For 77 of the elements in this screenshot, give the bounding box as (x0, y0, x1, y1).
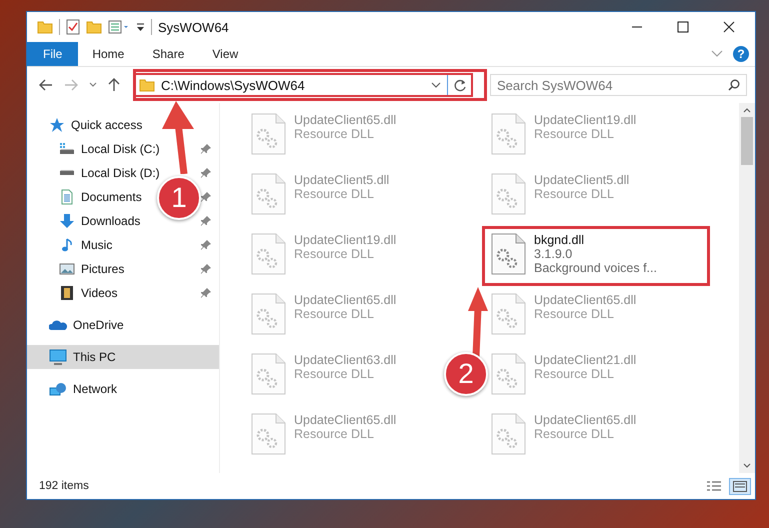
file-name[interactable]: bkgnd.dll (534, 233, 657, 247)
nav-item[interactable]: Network (27, 377, 219, 401)
scrollbar[interactable] (739, 103, 755, 473)
drive-icon (59, 143, 75, 155)
scroll-thumb[interactable] (741, 117, 753, 165)
close-icon[interactable] (723, 21, 735, 33)
file-detail: 3.1.9.0 (534, 247, 574, 261)
nav-item[interactable]: Pictures (59, 257, 124, 281)
properties-icon[interactable] (108, 20, 130, 34)
nav-item[interactable]: Downloads (59, 209, 140, 233)
up-arrow-icon[interactable] (108, 78, 120, 92)
file-detail: Resource DLL (294, 247, 375, 261)
ribbon-tab[interactable]: Share (138, 42, 198, 66)
tiles-view-button[interactable] (729, 478, 751, 494)
checklist-icon[interactable] (66, 19, 80, 35)
maximize-icon[interactable] (677, 21, 689, 33)
pin-icon[interactable] (201, 168, 211, 178)
forward-arrow-icon[interactable] (64, 79, 78, 91)
pin-icon[interactable] (201, 264, 211, 274)
refresh-icon[interactable] (454, 78, 467, 92)
address-field[interactable]: C:\Windows\SysWOW64 (133, 73, 473, 97)
document-icon (59, 189, 75, 205)
file-detail: Resource DLL (294, 307, 375, 321)
star-icon (49, 117, 65, 133)
file-detail: Resource DLL (294, 427, 375, 441)
nav-item[interactable]: Videos (59, 281, 118, 305)
file-detail: Resource DLL (534, 127, 615, 141)
nav-item[interactable]: Quick access (27, 113, 219, 137)
file-detail: Resource DLL (534, 307, 615, 321)
folder-icon[interactable] (37, 20, 53, 34)
dropdown-caret-icon[interactable] (89, 82, 97, 88)
file-detail: Background voices f... (534, 261, 657, 275)
tiles-icon (733, 480, 747, 492)
film-icon (59, 285, 75, 301)
nav-item[interactable]: Local Disk (C:) (59, 137, 160, 161)
nav-item[interactable]: Music (59, 233, 112, 257)
pin-icon[interactable] (201, 144, 211, 154)
pin-icon[interactable] (201, 192, 211, 202)
cloud-icon (49, 319, 67, 331)
monitor-icon (49, 349, 67, 365)
chevron-icon[interactable] (711, 50, 723, 58)
gear-file-icon[interactable] (490, 233, 526, 275)
nav-item[interactable]: Local Disk (D:) (59, 161, 160, 185)
ribbon-tab[interactable]: File (27, 42, 78, 66)
file-detail: Resource DLL (294, 367, 375, 381)
scroll-down-icon[interactable] (743, 463, 751, 469)
nav-item[interactable]: This PC (27, 345, 219, 369)
caret-icon[interactable] (136, 22, 145, 32)
help-button[interactable]: ? (733, 46, 749, 62)
pin-icon[interactable] (201, 216, 211, 226)
file-detail: Resource DLL (534, 187, 615, 201)
nav-item[interactable]: Documents (59, 185, 142, 209)
back-arrow-icon[interactable] (39, 79, 53, 91)
dropdown-caret-icon[interactable] (431, 82, 441, 88)
arrow (467, 287, 489, 357)
file-detail: Resource DLL (294, 127, 375, 141)
picture-icon (59, 263, 75, 275)
drive-icon (59, 170, 75, 176)
search-icon[interactable] (728, 79, 740, 91)
music-note-icon (59, 237, 75, 253)
down-arrow-icon (59, 213, 75, 229)
network-icon (49, 382, 67, 396)
ribbon-tab[interactable]: View (198, 42, 252, 66)
item-count: 192 items (39, 480, 89, 492)
nav-item[interactable]: OneDrive (27, 313, 219, 337)
file-detail: Resource DLL (534, 427, 615, 441)
pin-icon[interactable] (201, 240, 211, 250)
pin-icon[interactable] (201, 288, 211, 298)
folder-icon[interactable] (86, 20, 102, 34)
search-field[interactable]: Search SysWOW64 (490, 74, 747, 96)
ribbon-tab[interactable]: Home (78, 42, 138, 66)
scroll-up-icon[interactable] (743, 107, 751, 113)
file-detail: Resource DLL (534, 367, 615, 381)
folder-icon (139, 78, 155, 92)
file-detail: Resource DLL (294, 187, 375, 201)
window-title: SysWOW64 (158, 20, 229, 34)
list-icon (707, 480, 721, 492)
